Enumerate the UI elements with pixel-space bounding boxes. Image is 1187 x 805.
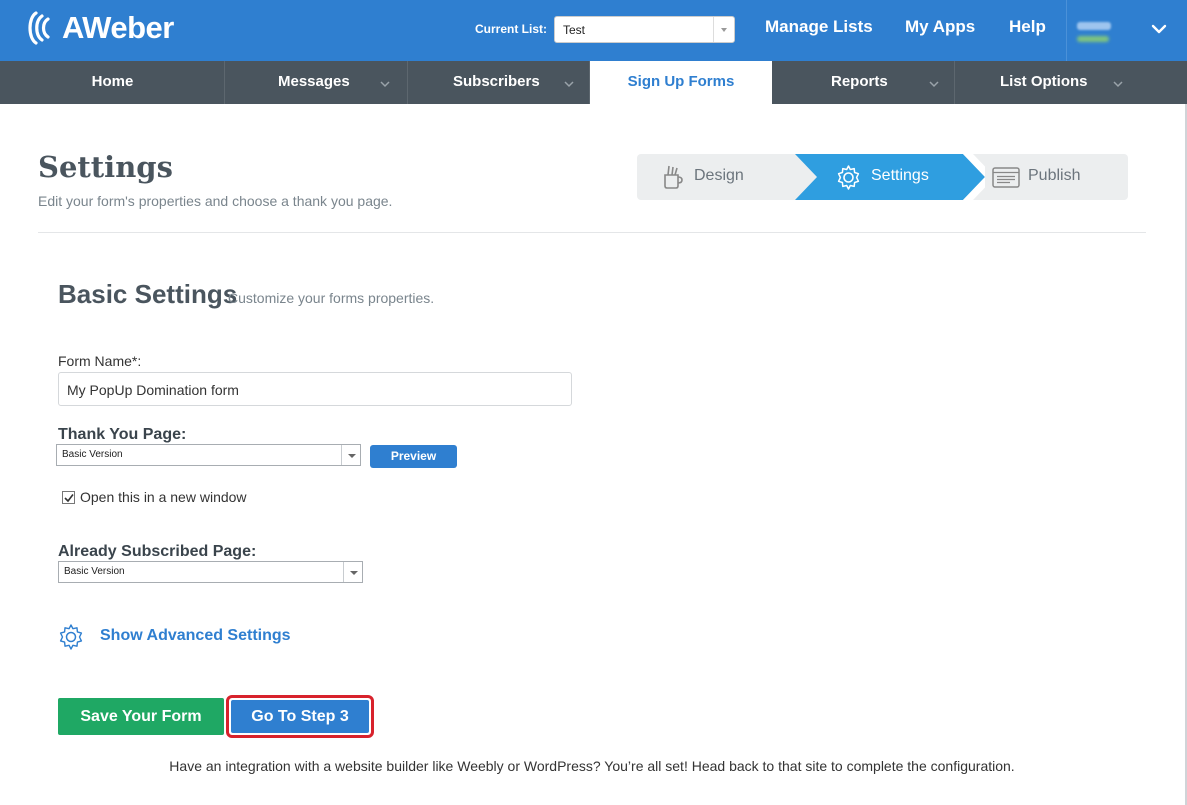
- already-subscribed-select[interactable]: Basic Version: [58, 561, 363, 583]
- nav-sign-up-forms-label: Sign Up Forms: [627, 73, 735, 90]
- page-title: Settings: [38, 150, 173, 184]
- section-divider: [38, 232, 1146, 233]
- step-design-label: Design: [694, 167, 744, 184]
- thank-you-page-value: Basic Version: [62, 449, 123, 460]
- nav-messages-label: Messages: [278, 73, 350, 90]
- thank-you-page-select[interactable]: Basic Version: [56, 444, 361, 466]
- step-separator: [774, 154, 964, 200]
- my-apps-link[interactable]: My Apps: [905, 17, 975, 37]
- page-subtitle: Edit your form's properties and choose a…: [38, 193, 393, 209]
- nav-messages[interactable]: Messages: [225, 61, 408, 104]
- browser-window-icon: [992, 167, 1020, 188]
- user-name-blurred: [1077, 22, 1111, 30]
- main-nav: Home Messages Subscribers Sign Up Forms …: [0, 61, 1187, 104]
- save-form-button[interactable]: Save Your Form: [58, 698, 224, 735]
- nav-list-options-label: List Options: [1000, 73, 1088, 90]
- nav-home-label: Home: [91, 73, 134, 90]
- current-list-select[interactable]: Test: [554, 16, 735, 43]
- show-advanced-settings-link[interactable]: Show Advanced Settings: [100, 627, 291, 645]
- chevron-down-icon: [564, 81, 574, 88]
- form-name-label: Form Name*:: [58, 353, 142, 369]
- gear-icon[interactable]: [57, 623, 85, 651]
- nav-home[interactable]: Home: [0, 61, 225, 104]
- basic-settings-title: Basic Settings: [58, 279, 238, 309]
- already-subscribed-label: Already Subscribed Page:: [58, 543, 257, 560]
- nav-subscribers[interactable]: Subscribers: [408, 61, 590, 104]
- nav-sign-up-forms[interactable]: Sign Up Forms: [590, 61, 772, 104]
- thank-you-page-label: Thank You Page:: [58, 426, 187, 443]
- integration-note: Have an integration with a website build…: [169, 758, 1015, 774]
- form-name-input[interactable]: My PopUp Domination form: [58, 372, 572, 406]
- manage-lists-link[interactable]: Manage Lists: [765, 17, 873, 37]
- chevron-down-icon: [929, 81, 939, 88]
- chevron-down-icon: [1151, 24, 1167, 34]
- checkmark-icon: [64, 494, 74, 503]
- chevron-down-icon: [341, 445, 360, 465]
- go-to-step-3-button[interactable]: Go To Step 3: [231, 700, 369, 733]
- user-menu[interactable]: [1066, 0, 1187, 61]
- current-list-label: Current List:: [475, 22, 547, 36]
- nav-subscribers-label: Subscribers: [453, 73, 540, 90]
- already-subscribed-value: Basic Version: [64, 566, 125, 577]
- highlight-box: Go To Step 3: [226, 695, 374, 738]
- step-settings-label: Settings: [871, 167, 929, 184]
- preview-button[interactable]: Preview: [370, 445, 457, 468]
- chevron-down-icon: [1113, 81, 1123, 88]
- brush-cup-icon: [664, 165, 683, 189]
- chevron-down-icon: [343, 562, 362, 582]
- nav-reports-label: Reports: [831, 73, 888, 90]
- nav-list-options[interactable]: List Options: [955, 61, 1187, 104]
- help-link[interactable]: Help: [1009, 17, 1046, 37]
- current-list-value: Test: [563, 23, 586, 37]
- step-progress: Design Settings Publish: [637, 154, 1128, 200]
- step-publish-label: Publish: [1028, 167, 1081, 184]
- new-window-label: Open this in a new window: [80, 489, 247, 505]
- brand-name: AWeber: [62, 10, 174, 45]
- new-window-checkbox[interactable]: [62, 491, 75, 504]
- nav-reports[interactable]: Reports: [772, 61, 955, 104]
- chevron-down-icon: [380, 81, 390, 88]
- aweber-logo[interactable]: AWeber: [24, 10, 174, 46]
- aweber-logo-icon: [28, 11, 50, 45]
- basic-settings-subtitle: Customize your forms properties.: [228, 290, 435, 306]
- form-name-value: My PopUp Domination form: [67, 382, 239, 398]
- chevron-down-icon: [713, 17, 734, 42]
- top-header: AWeber Current List: Test Manage Lists M…: [0, 0, 1187, 61]
- gear-icon: [837, 165, 860, 190]
- user-sub-blurred: [1077, 36, 1109, 42]
